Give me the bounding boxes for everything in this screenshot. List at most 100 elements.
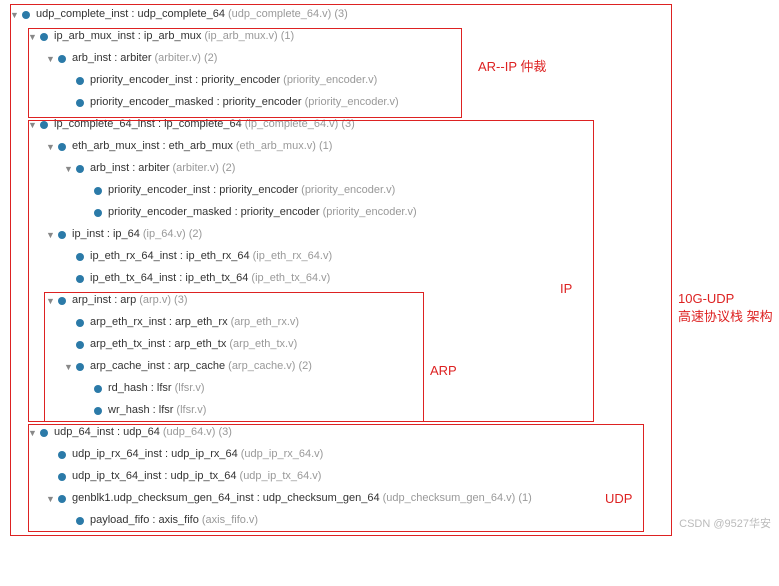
- chevron-down-icon[interactable]: ▼: [28, 119, 40, 132]
- node-label: ip_complete_64_inst : ip_complete_64: [54, 117, 242, 132]
- tree-row[interactable]: ▼ udp_complete_inst : udp_complete_64(udp…: [4, 4, 775, 26]
- node-icon: [22, 11, 30, 19]
- annotation-main: 10G-UDP 高速协议栈 架构: [678, 290, 773, 326]
- node-label: rd_hash : lfsr: [108, 381, 172, 396]
- node-label: wr_hash : lfsr: [108, 403, 173, 418]
- chevron-down-icon[interactable]: ▼: [10, 9, 22, 22]
- node-label: ip_eth_rx_64_inst : ip_eth_rx_64: [90, 249, 250, 264]
- tree-row[interactable]: ▼ip_arb_mux_inst : ip_arb_mux(ip_arb_mux…: [4, 26, 775, 48]
- node-source: (lfsr.v): [175, 381, 205, 396]
- node-icon: [76, 319, 84, 327]
- node-label: eth_arb_mux_inst : eth_arb_mux: [72, 139, 233, 154]
- node-source: (arbiter.v) (2): [172, 161, 235, 176]
- tree-row[interactable]: ▼ ip_inst : ip_64(ip_64.v) (2): [4, 224, 775, 246]
- node-icon: [94, 385, 102, 393]
- annotation-ip: IP: [560, 280, 572, 298]
- node-icon: [76, 99, 84, 107]
- node-source: (axis_fifo.v): [202, 513, 258, 528]
- tree-row[interactable]: ▼ udp_64_inst : udp_64(udp_64.v) (3): [4, 422, 775, 444]
- node-icon: [94, 187, 102, 195]
- node-source: (ip_eth_rx_64.v): [253, 249, 333, 264]
- node-source: (udp_ip_tx_64.v): [240, 469, 322, 484]
- node-label: arp_inst : arp: [72, 293, 136, 308]
- node-source: (udp_ip_rx_64.v): [241, 447, 324, 462]
- node-icon: [58, 473, 66, 481]
- node-icon: [58, 297, 66, 305]
- tree-row[interactable]: priority_encoder_inst : priority_encoder…: [4, 180, 775, 202]
- tree-row[interactable]: arp_eth_tx_inst : arp_eth_tx(arp_eth_tx.…: [4, 334, 775, 356]
- node-icon: [58, 231, 66, 239]
- watermark: CSDN @9527华安: [679, 517, 771, 532]
- tree-row[interactable]: ▼ arp_cache_inst : arp_cache(arp_cache.v)…: [4, 356, 775, 378]
- node-source: (priority_encoder.v): [323, 205, 417, 220]
- tree-row[interactable]: rd_hash : lfsr(lfsr.v): [4, 378, 775, 400]
- tree-row[interactable]: ▼ip_complete_64_inst : ip_complete_64(ip…: [4, 114, 775, 136]
- tree-row[interactable]: ▼genblk1.udp_checksum_gen_64_inst : udp_…: [4, 488, 775, 510]
- node-icon: [76, 253, 84, 261]
- node-label: udp_complete_inst : udp_complete_64: [36, 7, 225, 22]
- node-source: (eth_arb_mux.v) (1): [236, 139, 333, 154]
- node-icon: [76, 275, 84, 283]
- node-icon: [40, 33, 48, 41]
- tree-row[interactable]: udp_ip_rx_64_inst : udp_ip_rx_64(udp_ip_…: [4, 444, 775, 466]
- node-icon: [58, 495, 66, 503]
- node-source: (udp_checksum_gen_64.v) (1): [383, 491, 532, 506]
- node-source: (priority_encoder.v): [301, 183, 395, 198]
- tree-row[interactable]: ip_eth_tx_64_inst : ip_eth_tx_64(ip_eth_…: [4, 268, 775, 290]
- node-label: priority_encoder_masked : priority_encod…: [108, 205, 320, 220]
- node-icon: [58, 143, 66, 151]
- chevron-down-icon[interactable]: ▼: [64, 163, 76, 176]
- node-label: priority_encoder_inst : priority_encoder: [90, 73, 280, 88]
- chevron-down-icon[interactable]: ▼: [46, 229, 58, 242]
- node-icon: [76, 165, 84, 173]
- node-icon: [76, 363, 84, 371]
- node-label: udp_ip_rx_64_inst : udp_ip_rx_64: [72, 447, 238, 462]
- chevron-down-icon[interactable]: ▼: [46, 53, 58, 66]
- node-label: arp_cache_inst : arp_cache: [90, 359, 225, 374]
- chevron-down-icon[interactable]: ▼: [64, 361, 76, 374]
- chevron-down-icon[interactable]: ▼: [46, 295, 58, 308]
- node-label: payload_fifo : axis_fifo: [90, 513, 199, 528]
- tree-row[interactable]: ▼arb_inst : arbiter(arbiter.v) (2): [4, 48, 775, 70]
- node-label: udp_64_inst : udp_64: [54, 425, 160, 440]
- tree-row[interactable]: ▼ eth_arb_mux_inst : eth_arb_mux(eth_arb_…: [4, 136, 775, 158]
- tree-row[interactable]: ip_eth_rx_64_inst : ip_eth_rx_64(ip_eth_…: [4, 246, 775, 268]
- node-source: (ip_eth_tx_64.v): [251, 271, 330, 286]
- node-source: (arbiter.v) (2): [154, 51, 217, 66]
- chevron-down-icon[interactable]: ▼: [28, 427, 40, 440]
- tree-row[interactable]: udp_ip_tx_64_inst : udp_ip_tx_64(udp_ip_…: [4, 466, 775, 488]
- node-source: (arp.v) (3): [139, 293, 187, 308]
- tree-row[interactable]: priority_encoder_inst : priority_encoder…: [4, 70, 775, 92]
- node-source: (arp_cache.v) (2): [228, 359, 312, 374]
- chevron-down-icon[interactable]: ▼: [28, 31, 40, 44]
- node-icon: [94, 407, 102, 415]
- tree-row[interactable]: priority_encoder_masked : priority_encod…: [4, 92, 775, 114]
- node-source: (lfsr.v): [176, 403, 206, 418]
- node-label: udp_ip_tx_64_inst : udp_ip_tx_64: [72, 469, 237, 484]
- chevron-down-icon[interactable]: ▼: [46, 141, 58, 154]
- node-label: ip_inst : ip_64: [72, 227, 140, 242]
- annotation-arp: ARP: [430, 362, 457, 380]
- node-source: (priority_encoder.v): [305, 95, 399, 110]
- node-label: arp_eth_rx_inst : arp_eth_rx: [90, 315, 228, 330]
- tree-row[interactable]: wr_hash : lfsr(lfsr.v): [4, 400, 775, 422]
- chevron-down-icon[interactable]: ▼: [46, 493, 58, 506]
- node-source: (udp_complete_64.v) (3): [228, 7, 348, 22]
- node-icon: [40, 121, 48, 129]
- node-source: (priority_encoder.v): [283, 73, 377, 88]
- node-source: (ip_64.v) (2): [143, 227, 202, 242]
- tree-row[interactable]: payload_fifo : axis_fifo(axis_fifo.v): [4, 510, 775, 532]
- node-label: ip_arb_mux_inst : ip_arb_mux: [54, 29, 201, 44]
- node-source: (udp_64.v) (3): [163, 425, 232, 440]
- node-label: priority_encoder_masked : priority_encod…: [90, 95, 302, 110]
- tree-row[interactable]: priority_encoder_masked : priority_encod…: [4, 202, 775, 224]
- node-icon: [94, 209, 102, 217]
- node-icon: [58, 55, 66, 63]
- node-label: arb_inst : arbiter: [90, 161, 169, 176]
- tree-row[interactable]: ▼ arb_inst : arbiter(arbiter.v) (2): [4, 158, 775, 180]
- tree-row[interactable]: ▼ arp_inst : arp(arp.v) (3): [4, 290, 775, 312]
- node-source: (arp_eth_rx.v): [231, 315, 299, 330]
- node-label: priority_encoder_inst : priority_encoder: [108, 183, 298, 198]
- annotation-ar-ip: AR--IP 仲裁: [478, 58, 546, 76]
- tree-row[interactable]: arp_eth_rx_inst : arp_eth_rx(arp_eth_rx.…: [4, 312, 775, 334]
